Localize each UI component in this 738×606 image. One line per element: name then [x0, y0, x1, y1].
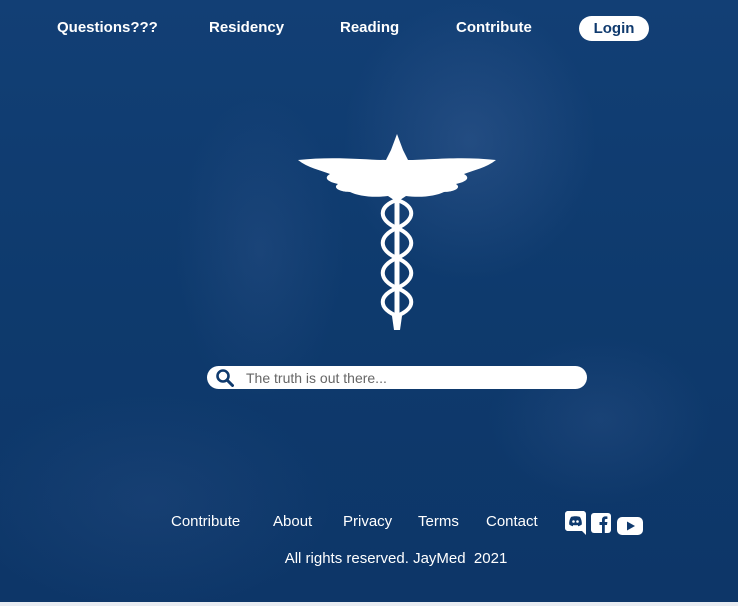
nav-link-questions[interactable]: Questions???	[57, 19, 158, 36]
top-nav: Questions??? Residency Reading Contribut…	[0, 16, 738, 42]
footer-link-contribute[interactable]: Contribute	[171, 513, 240, 530]
youtube-icon[interactable]	[617, 514, 643, 538]
facebook-icon[interactable]	[591, 511, 611, 535]
nav-link-reading[interactable]: Reading	[340, 19, 399, 36]
copyright-text: All rights reserved. JayMed 2021	[284, 550, 508, 567]
caduceus-logo-icon	[298, 134, 496, 330]
bottom-strip	[0, 602, 738, 606]
footer-link-about[interactable]: About	[273, 513, 312, 530]
search-bar	[207, 366, 587, 389]
search-icon[interactable]	[216, 369, 234, 387]
nav-link-residency[interactable]: Residency	[209, 19, 284, 36]
footer-link-terms[interactable]: Terms	[418, 513, 459, 530]
nav-link-contribute[interactable]: Contribute	[456, 19, 532, 36]
discord-icon[interactable]	[565, 511, 586, 535]
login-button[interactable]: Login	[579, 16, 649, 41]
footer-link-privacy[interactable]: Privacy	[343, 513, 392, 530]
search-input[interactable]	[246, 367, 576, 388]
footer-link-contact[interactable]: Contact	[486, 513, 538, 530]
